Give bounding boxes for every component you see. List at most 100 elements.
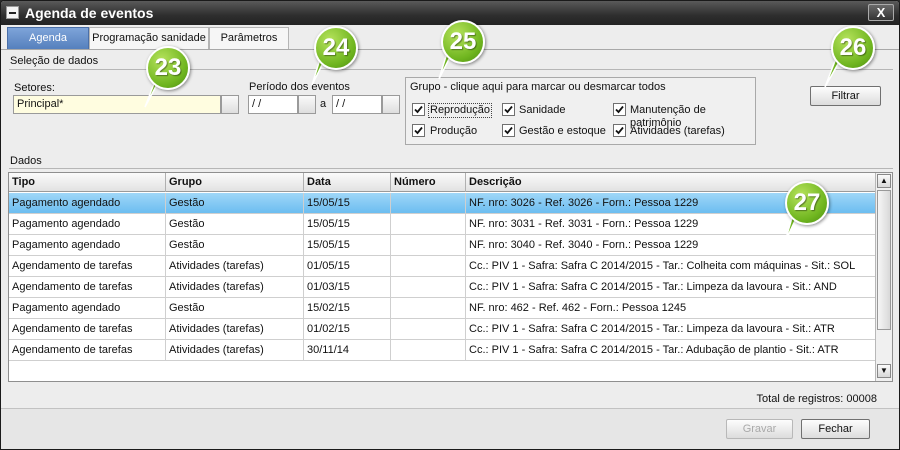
cell-tipo: Agendamento de tarefas bbox=[9, 256, 166, 277]
cell-grupo: Atividades (tarefas) bbox=[166, 319, 304, 340]
group-box: Grupo - clique aqui para marcar ou desma… bbox=[405, 77, 756, 145]
agenda-window: Agenda de eventos X Agenda Programação s… bbox=[0, 0, 900, 450]
cell-data: 01/03/15 bbox=[304, 277, 391, 298]
grid-vertical-scrollbar[interactable]: ▲ ▼ bbox=[875, 173, 892, 381]
cell-data: 15/05/15 bbox=[304, 214, 391, 235]
window-menu-icon[interactable] bbox=[6, 6, 19, 19]
gestao-estoque-label: Gestão e estoque bbox=[519, 125, 606, 137]
tab-agenda[interactable]: Agenda bbox=[7, 27, 89, 49]
tab-programacao-sanidade[interactable]: Programação sanidade bbox=[89, 27, 209, 49]
checkbox-producao[interactable] bbox=[412, 124, 425, 137]
tab-parametros[interactable]: Parâmetros bbox=[209, 27, 289, 49]
column-header-data[interactable]: Data bbox=[304, 173, 391, 192]
check-icon bbox=[414, 126, 423, 135]
date-separator: a bbox=[320, 98, 327, 110]
cell-data: 15/05/15 bbox=[304, 193, 391, 214]
setores-lookup-button[interactable] bbox=[221, 95, 239, 114]
cell-tipo: Pagamento agendado bbox=[9, 214, 166, 235]
sanidade-label: Sanidade bbox=[519, 104, 566, 116]
cell-descricao: Cc.: PIV 1 - Safra: Safra C 2014/2015 - … bbox=[469, 281, 837, 293]
scroll-up-icon[interactable]: ▲ bbox=[877, 174, 891, 188]
grid-header: Tipo Grupo Data Número Descrição bbox=[9, 173, 876, 192]
table-row[interactable]: Agendamento de tarefas Atividades (tarefa… bbox=[9, 277, 876, 298]
cell-descricao: Cc.: PIV 1 - Safra: Safra C 2014/2015 - … bbox=[469, 344, 839, 356]
check-icon bbox=[615, 126, 624, 135]
column-header-numero[interactable]: Número bbox=[391, 173, 466, 192]
window-title: Agenda de eventos bbox=[25, 5, 154, 21]
cell-descricao: NF. nro: 462 - Ref. 462 - Forn.: Pessoa … bbox=[469, 302, 687, 314]
table-row[interactable]: Agendamento de tarefas Atividades (tarefa… bbox=[9, 319, 876, 340]
callout-badge-27: 27 bbox=[785, 181, 829, 225]
atividades-tarefas-label: Atividades (tarefas) bbox=[630, 125, 725, 137]
reproducao-label: Reprodução bbox=[428, 103, 492, 118]
cell-tipo: Pagamento agendado bbox=[9, 193, 166, 214]
close-window-button[interactable]: X bbox=[868, 4, 894, 21]
date-to-calendar-button[interactable] bbox=[382, 95, 400, 114]
cell-numero bbox=[391, 277, 466, 298]
cell-data: 30/11/14 bbox=[304, 340, 391, 361]
table-row[interactable]: Pagamento agendado Gestão 15/05/15 NF. nro:… bbox=[9, 214, 876, 235]
checkbox-sanidade[interactable] bbox=[502, 103, 515, 116]
cell-numero bbox=[391, 193, 466, 214]
data-divider bbox=[9, 168, 893, 169]
cell-grupo: Atividades (tarefas) bbox=[166, 277, 304, 298]
check-icon bbox=[504, 126, 513, 135]
title-bar[interactable]: Agenda de eventos X bbox=[1, 1, 899, 25]
cell-numero bbox=[391, 256, 466, 277]
table-row[interactable]: Pagamento agendado Gestão 15/02/15 NF. nro:… bbox=[9, 298, 876, 319]
callout-badge-26: 26 bbox=[831, 26, 875, 70]
cell-grupo: Gestão bbox=[166, 193, 304, 214]
date-to-input[interactable]: / / bbox=[332, 95, 382, 114]
cell-grupo: Gestão bbox=[166, 235, 304, 256]
gravar-button[interactable]: Gravar bbox=[726, 419, 793, 439]
cell-grupo: Atividades (tarefas) bbox=[166, 256, 304, 277]
producao-label: Produção bbox=[430, 125, 478, 137]
check-icon bbox=[504, 105, 513, 114]
callout-badge-23: 23 bbox=[146, 46, 190, 90]
cell-data: 15/05/15 bbox=[304, 235, 391, 256]
cell-numero bbox=[391, 340, 466, 361]
data-section-label: Dados bbox=[10, 155, 42, 167]
scroll-down-icon[interactable]: ▼ bbox=[877, 364, 891, 378]
table-row[interactable]: Agendamento de tarefas Atividades (tarefa… bbox=[9, 256, 876, 277]
cell-tipo: Agendamento de tarefas bbox=[9, 340, 166, 361]
cell-numero bbox=[391, 298, 466, 319]
checkbox-manutencao-patrimonio[interactable] bbox=[613, 103, 626, 116]
cell-descricao: Cc.: PIV 1 - Safra: Safra C 2014/2015 - … bbox=[469, 260, 856, 272]
scroll-thumb[interactable] bbox=[877, 190, 891, 330]
cell-data: 01/02/15 bbox=[304, 319, 391, 340]
cell-grupo: Gestão bbox=[166, 298, 304, 319]
callout-badge-25: 25 bbox=[441, 20, 485, 64]
callout-badge-24: 24 bbox=[314, 26, 358, 70]
cell-data: 15/02/15 bbox=[304, 298, 391, 319]
setores-label: Setores: bbox=[14, 82, 55, 94]
check-icon bbox=[615, 105, 624, 114]
cell-grupo: Gestão bbox=[166, 214, 304, 235]
cell-tipo: Pagamento agendado bbox=[9, 298, 166, 319]
column-header-tipo[interactable]: Tipo bbox=[9, 173, 166, 192]
cell-grupo: Atividades (tarefas) bbox=[166, 340, 304, 361]
cell-data: 01/05/15 bbox=[304, 256, 391, 277]
selection-section-label: Seleção de dados bbox=[10, 55, 99, 67]
cell-tipo: Pagamento agendado bbox=[9, 235, 166, 256]
date-from-calendar-button[interactable] bbox=[298, 95, 316, 114]
table-row[interactable]: Pagamento agendado Gestão 15/05/15 NF. nro:… bbox=[9, 193, 876, 214]
table-row[interactable]: Pagamento agendado Gestão 15/05/15 NF. nro:… bbox=[9, 235, 876, 256]
total-records: Total de registros: 00008 bbox=[756, 393, 877, 405]
setores-input[interactable]: Principal* bbox=[13, 95, 221, 114]
checkbox-reproducao[interactable] bbox=[412, 103, 425, 116]
cell-numero bbox=[391, 214, 466, 235]
cell-tipo: Agendamento de tarefas bbox=[9, 319, 166, 340]
checkbox-gestao-estoque[interactable] bbox=[502, 124, 515, 137]
events-grid[interactable]: Tipo Grupo Data Número Descrição Pagamen… bbox=[8, 172, 893, 382]
checkbox-atividades-tarefas[interactable] bbox=[613, 124, 626, 137]
cell-descricao: Cc.: PIV 1 - Safra: Safra C 2014/2015 - … bbox=[469, 323, 835, 335]
bottom-button-bar: Gravar Fechar bbox=[1, 408, 899, 449]
fechar-button[interactable]: Fechar bbox=[801, 419, 870, 439]
date-from-input[interactable]: / / bbox=[248, 95, 298, 114]
column-header-grupo[interactable]: Grupo bbox=[166, 173, 304, 192]
table-row[interactable]: Agendamento de tarefas Atividades (tarefa… bbox=[9, 340, 876, 361]
cell-numero bbox=[391, 235, 466, 256]
check-icon bbox=[414, 105, 423, 114]
cell-tipo: Agendamento de tarefas bbox=[9, 277, 166, 298]
